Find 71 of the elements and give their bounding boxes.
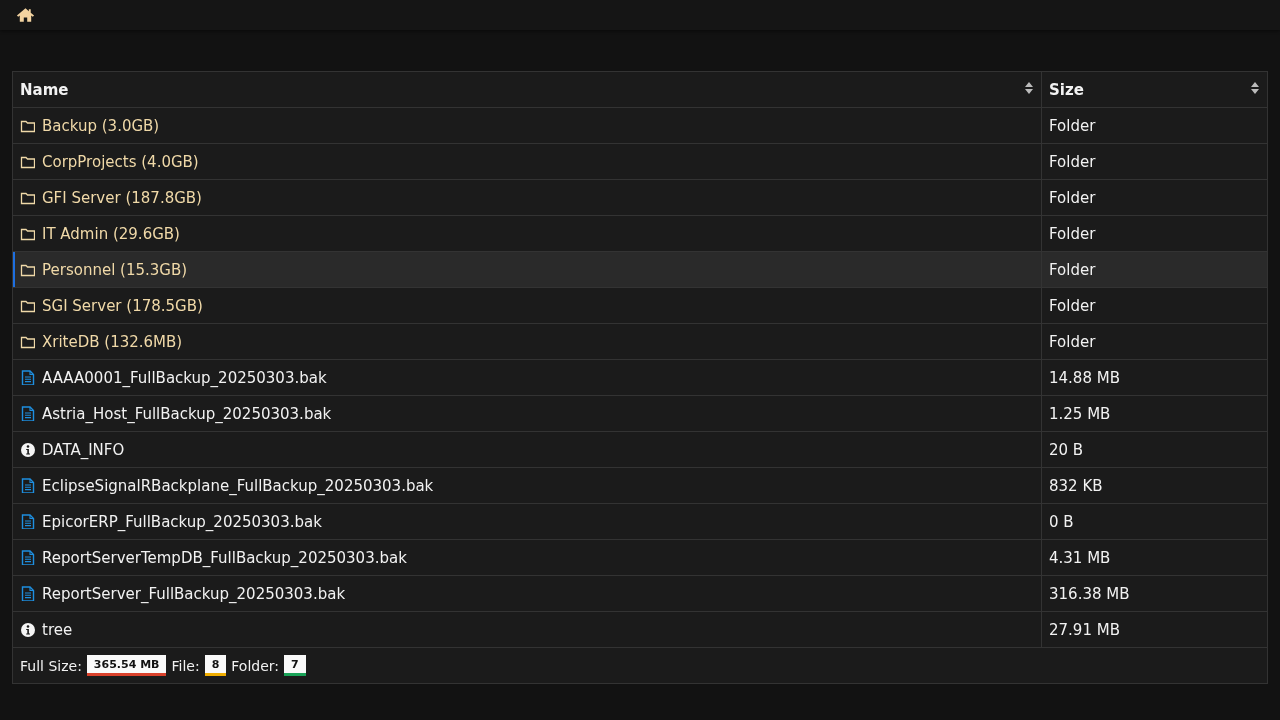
- name-cell[interactable]: ReportServerTempDB_FullBackup_20250303.bak: [12, 539, 1042, 576]
- name-cell[interactable]: EpicorERP_FullBackup_20250303.bak: [12, 503, 1042, 540]
- size-cell: Folder: [1041, 107, 1268, 144]
- name-cell[interactable]: tree: [12, 611, 1042, 648]
- document-icon: [20, 370, 35, 385]
- folder-icon: [20, 154, 35, 169]
- name-cell[interactable]: EclipseSignalRBackplane_FullBackup_20250303.bak: [12, 467, 1042, 504]
- name-cell[interactable]: SGI Server (178.5GB): [12, 287, 1042, 324]
- file-link[interactable]: tree: [42, 620, 73, 639]
- document-icon: [20, 586, 35, 601]
- sort-icon: [1025, 82, 1034, 95]
- size-cell: 0 B: [1041, 503, 1268, 540]
- folder-icon: [20, 298, 35, 313]
- file-link[interactable]: Astria_Host_FullBackup_20250303.bak: [42, 404, 332, 423]
- folder-link[interactable]: GFI Server (187.8GB): [42, 188, 202, 207]
- file-link[interactable]: DATA_INFO: [42, 440, 125, 459]
- folder-icon: [20, 118, 35, 133]
- home-icon[interactable]: [16, 7, 35, 23]
- stat-badge: 7: [284, 655, 306, 676]
- size-cell: Folder: [1041, 323, 1268, 360]
- sort-icon: [1251, 82, 1260, 95]
- document-icon: [20, 514, 35, 529]
- name-cell[interactable]: Personnel (15.3GB): [12, 251, 1042, 288]
- folder-icon: [20, 334, 35, 349]
- document-icon: [20, 406, 35, 421]
- name-cell[interactable]: DATA_INFO: [12, 431, 1042, 468]
- folder-icon: [20, 226, 35, 241]
- name-cell[interactable]: GFI Server (187.8GB): [12, 179, 1042, 216]
- document-icon: [20, 478, 35, 493]
- stat-label: File:: [171, 657, 200, 674]
- info-icon: [20, 442, 35, 457]
- size-cell: 14.88 MB: [1041, 359, 1268, 396]
- size-cell: 1.25 MB: [1041, 395, 1268, 432]
- stat-label: Full Size:: [20, 657, 82, 674]
- file-link[interactable]: ReportServerTempDB_FullBackup_20250303.bak: [42, 548, 407, 567]
- folder-link[interactable]: IT Admin (29.6GB): [42, 224, 180, 243]
- column-header[interactable]: Name: [12, 71, 1042, 108]
- name-cell[interactable]: IT Admin (29.6GB): [12, 215, 1042, 252]
- folder-icon: [20, 262, 35, 277]
- folder-icon: [20, 190, 35, 205]
- size-cell: Folder: [1041, 287, 1268, 324]
- name-cell[interactable]: CorpProjects (4.0GB): [12, 143, 1042, 180]
- name-cell[interactable]: Astria_Host_FullBackup_20250303.bak: [12, 395, 1042, 432]
- folder-link[interactable]: Personnel (15.3GB): [42, 260, 188, 279]
- folder-link[interactable]: SGI Server (178.5GB): [42, 296, 203, 315]
- name-cell[interactable]: XriteDB (132.6MB): [12, 323, 1042, 360]
- folder-link[interactable]: Backup (3.0GB): [42, 116, 160, 135]
- stat-badge: 365.54 MB: [86, 655, 167, 676]
- info-icon: [20, 622, 35, 637]
- stat-badge: 8: [204, 655, 227, 676]
- size-cell: Folder: [1041, 143, 1268, 180]
- size-cell: Folder: [1041, 251, 1268, 288]
- file-link[interactable]: AAAA0001_FullBackup_20250303.bak: [42, 368, 327, 387]
- file-link[interactable]: EpicorERP_FullBackup_20250303.bak: [42, 512, 322, 531]
- size-cell: 27.91 MB: [1041, 611, 1268, 648]
- size-cell: 832 KB: [1041, 467, 1268, 504]
- size-cell: 4.31 MB: [1041, 539, 1268, 576]
- size-cell: 20 B: [1041, 431, 1268, 468]
- size-cell: Folder: [1041, 179, 1268, 216]
- file-link[interactable]: EclipseSignalRBackplane_FullBackup_20250303.bak: [42, 476, 434, 495]
- size-cell: Folder: [1041, 215, 1268, 252]
- folder-link[interactable]: XriteDB (132.6MB): [42, 332, 183, 351]
- name-cell[interactable]: ReportServer_FullBackup_20250303.bak: [12, 575, 1042, 612]
- name-cell[interactable]: Backup (3.0GB): [12, 107, 1042, 144]
- folder-link[interactable]: CorpProjects (4.0GB): [42, 152, 199, 171]
- document-icon: [20, 550, 35, 565]
- file-link[interactable]: ReportServer_FullBackup_20250303.bak: [42, 584, 346, 603]
- name-cell[interactable]: AAAA0001_FullBackup_20250303.bak: [12, 359, 1042, 396]
- column-header[interactable]: Size: [1041, 71, 1268, 108]
- stat-label: Folder:: [231, 657, 280, 674]
- size-cell: 316.38 MB: [1041, 575, 1268, 612]
